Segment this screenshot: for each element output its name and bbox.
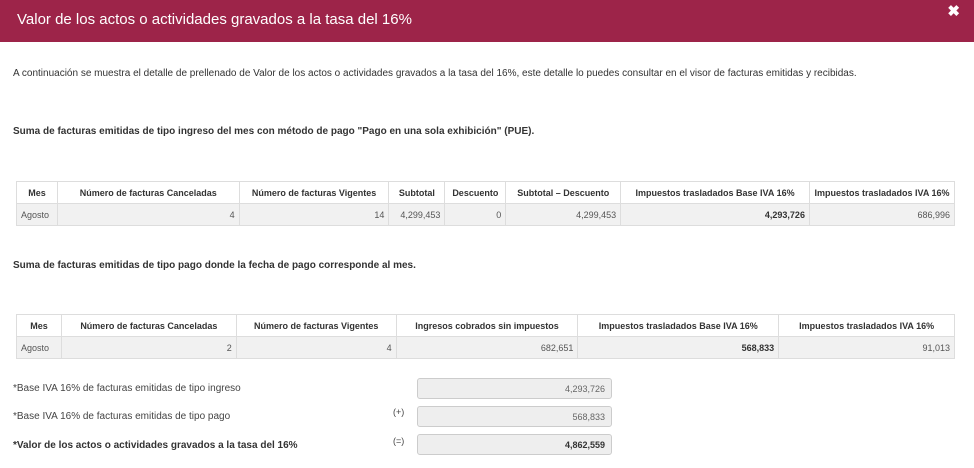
equals-operator: (=) [393, 436, 405, 446]
cell-vigentes: 14 [238, 203, 390, 226]
cell-mes: Agosto [16, 203, 58, 226]
plus-operator: (+) [393, 407, 405, 417]
pue-invoices-table: Mes Número de facturas Canceladas Número… [16, 181, 956, 226]
col-ingresos-cobrados: Ingresos cobrados sin impuestos [395, 314, 579, 337]
section2-title: Suma de facturas emitidas de tipo pago d… [13, 260, 416, 271]
col-descuento: Descuento [444, 181, 507, 204]
cell-descuento: 0 [444, 203, 507, 226]
summary-label-total: *Valor de los actos o actividades gravad… [13, 440, 298, 451]
intro-text: A continuación se muestra el detalle de … [13, 68, 857, 79]
modal-title: Valor de los actos o actividades gravado… [17, 11, 412, 28]
cell-iva: 91,013 [778, 336, 955, 359]
table-row: Agosto 2 4 682,651 568,833 91,013 [16, 336, 955, 359]
col-vigentes: Número de facturas Vigentes [238, 181, 390, 204]
table-header-row: Mes Número de facturas Canceladas Número… [16, 314, 955, 337]
section1-title: Suma de facturas emitidas de tipo ingres… [13, 126, 535, 137]
cell-mes: Agosto [16, 336, 62, 359]
col-iva: Impuestos trasladados IVA 16% [808, 181, 956, 204]
col-mes: Mes [16, 181, 58, 204]
col-canceladas: Número de facturas Canceladas [56, 181, 240, 204]
cell-ingresos-cobrados: 682,651 [395, 336, 579, 359]
cell-iva: 686,996 [808, 203, 956, 226]
cell-subtotal-descuento: 4,299,453 [505, 203, 622, 226]
cell-canceladas: 2 [60, 336, 237, 359]
table-row: Agosto 4 14 4,299,453 0 4,299,453 4,293,… [16, 203, 956, 226]
col-canceladas: Número de facturas Canceladas [60, 314, 237, 337]
col-subtotal-descuento: Subtotal – Descuento [505, 181, 622, 204]
summary-label-pago: *Base IVA 16% de facturas emitidas de ti… [13, 411, 231, 422]
modal-header: Valor de los actos o actividades gravado… [0, 0, 974, 42]
cell-subtotal: 4,299,453 [388, 203, 446, 226]
summary-value-pago: 568,833 [417, 406, 612, 427]
payment-invoices-table: Mes Número de facturas Canceladas Número… [16, 314, 955, 359]
summary-label-ingreso: *Base IVA 16% de facturas emitidas de ti… [13, 383, 241, 394]
col-vigentes: Número de facturas Vigentes [235, 314, 397, 337]
col-mes: Mes [16, 314, 62, 337]
table-header-row: Mes Número de facturas Canceladas Número… [16, 181, 956, 204]
cell-base-iva: 568,833 [577, 336, 780, 359]
col-base-iva: Impuestos trasladados Base IVA 16% [577, 314, 780, 337]
cell-canceladas: 4 [56, 203, 240, 226]
cell-vigentes: 4 [235, 336, 397, 359]
col-iva: Impuestos trasladados IVA 16% [778, 314, 955, 337]
col-base-iva: Impuestos trasladados Base IVA 16% [620, 181, 810, 204]
summary-value-total: 4,862,559 [417, 434, 612, 455]
cell-base-iva: 4,293,726 [620, 203, 810, 226]
close-icon[interactable]: ✖ [947, 4, 960, 20]
summary-value-ingreso: 4,293,726 [417, 378, 612, 399]
col-subtotal: Subtotal [388, 181, 446, 204]
